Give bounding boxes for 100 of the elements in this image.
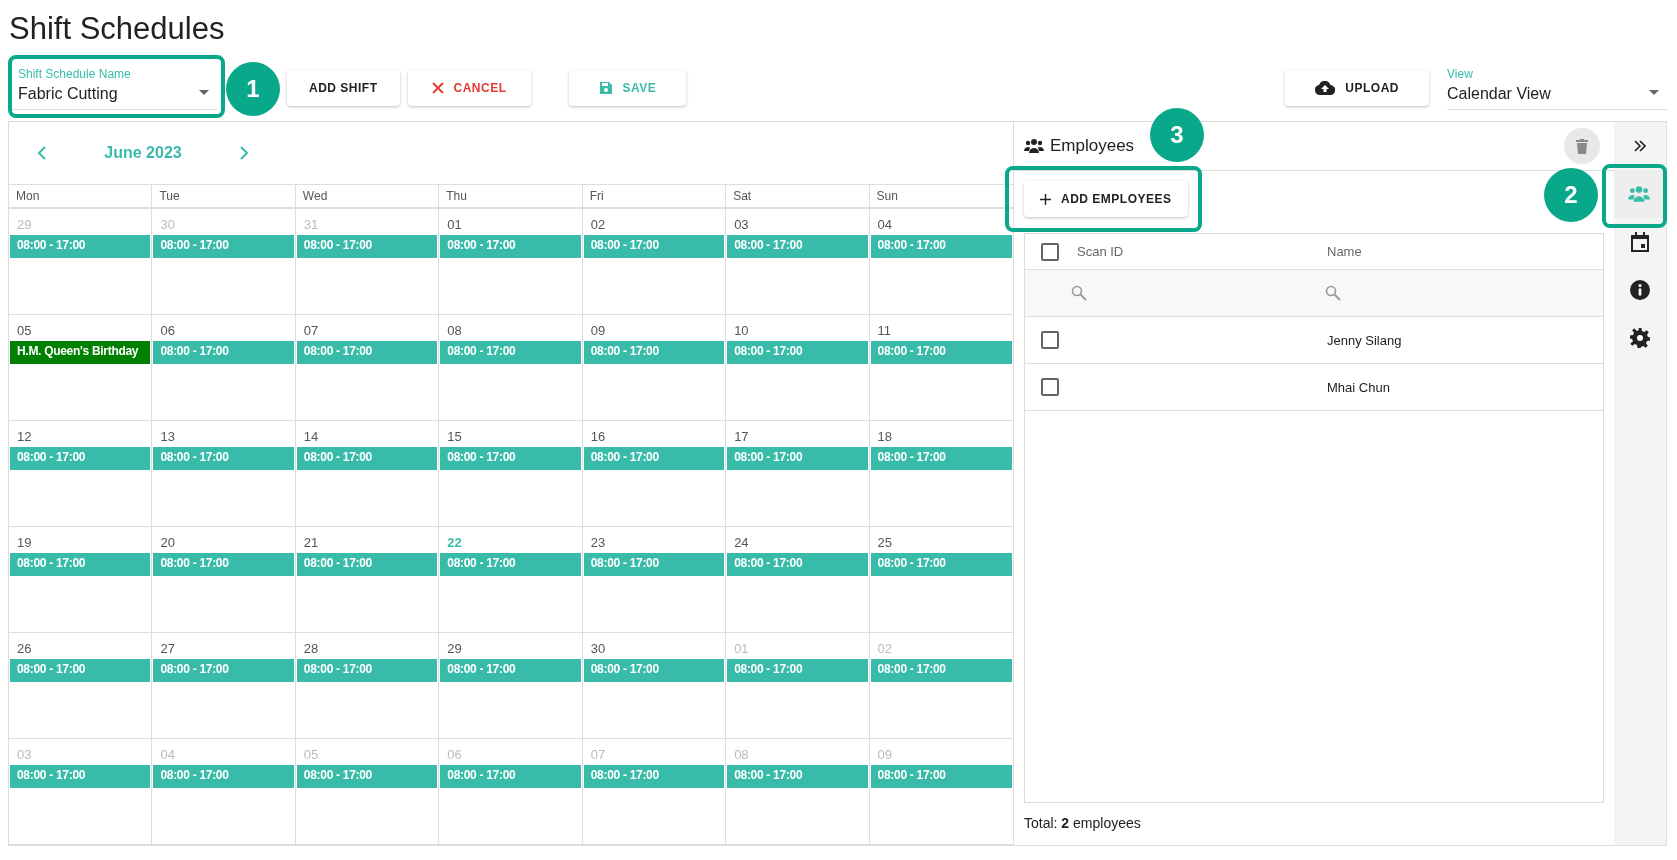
- shift-event[interactable]: 08:00 - 17:00: [296, 765, 438, 788]
- employee-name: Mhai Chun: [1327, 379, 1391, 395]
- shift-event[interactable]: 08:00 - 17:00: [870, 235, 1012, 258]
- shift-event[interactable]: 08:00 - 17:00: [440, 765, 581, 788]
- callout-number: 3: [1150, 108, 1204, 162]
- shift-event[interactable]: 08:00 - 17:00: [440, 659, 581, 682]
- shift-event[interactable]: 08:00 - 17:00: [296, 235, 438, 258]
- day-number: 30: [159, 217, 175, 232]
- shift-event[interactable]: 08:00 - 17:00: [870, 341, 1012, 364]
- day-number: 21: [302, 535, 319, 550]
- delete-button[interactable]: [1564, 128, 1600, 164]
- cloud-upload-icon: [1315, 81, 1336, 95]
- add-employees-button[interactable]: ADD EMPLOYEES: [1024, 181, 1188, 217]
- shift-event[interactable]: 08:00 - 17:00: [583, 235, 725, 258]
- day-number: 22: [446, 535, 462, 550]
- select-all-checkbox[interactable]: [1041, 242, 1059, 261]
- shift-event[interactable]: 08:00 - 17:00: [727, 659, 868, 682]
- previous-month-icon[interactable]: [37, 146, 47, 160]
- users-icon: [1024, 138, 1044, 154]
- highlight-frame: [1602, 164, 1667, 228]
- day-number: 13: [159, 429, 175, 444]
- panel-title: Employees: [1050, 136, 1135, 156]
- day-number: 04: [159, 747, 175, 762]
- shift-event[interactable]: 08:00 - 17:00: [727, 553, 868, 576]
- cancel-button[interactable]: CANCEL: [407, 70, 531, 106]
- shift-event[interactable]: 08:00 - 17:00: [153, 765, 294, 788]
- schedule-name-dropdown[interactable]: Shift Schedule Name Fabric Cutting: [10, 66, 217, 110]
- shift-event[interactable]: 08:00 - 17:00: [727, 765, 868, 788]
- view-dropdown[interactable]: View Calendar View: [1447, 66, 1667, 110]
- shift-event[interactable]: 08:00 - 17:00: [583, 659, 725, 682]
- day-number: 05: [16, 323, 32, 338]
- double-chevron-icon: [1634, 140, 1646, 152]
- employee-name: Jenny Silang: [1327, 332, 1403, 348]
- day-number: 29: [16, 217, 32, 232]
- day-number: 07: [589, 747, 606, 762]
- shift-event[interactable]: 08:00 - 17:00: [153, 447, 294, 470]
- row-checkbox[interactable]: [1041, 331, 1059, 349]
- day-number: 10: [733, 323, 749, 338]
- shift-event[interactable]: 08:00 - 17:00: [440, 553, 581, 576]
- shift-event[interactable]: 08:00 - 17:00: [440, 341, 581, 364]
- day-number: 02: [589, 217, 606, 232]
- day-number: 25: [876, 535, 893, 550]
- day-number: 04: [876, 217, 893, 232]
- holiday-event[interactable]: H.M. Queen's Birthday: [10, 341, 151, 364]
- row-checkbox[interactable]: [1041, 378, 1059, 396]
- next-month-icon[interactable]: [239, 146, 249, 160]
- shift-event[interactable]: 08:00 - 17:00: [870, 659, 1012, 682]
- shift-event[interactable]: 08:00 - 17:00: [153, 235, 294, 258]
- shift-event[interactable]: 08:00 - 17:00: [583, 447, 725, 470]
- day-number: 08: [446, 323, 462, 338]
- day-number: 20: [159, 535, 175, 550]
- day-number: 31: [302, 217, 319, 232]
- trash-icon: [1576, 138, 1588, 154]
- shift-event[interactable]: 08:00 - 17:00: [870, 553, 1012, 576]
- day-number: 09: [876, 747, 893, 762]
- add-shift-button[interactable]: ADD SHIFT: [287, 70, 400, 106]
- column-header: Scan ID: [1077, 244, 1125, 259]
- day-number: 05: [302, 747, 319, 762]
- upload-button[interactable]: UPLOAD: [1285, 70, 1429, 106]
- shift-event[interactable]: 08:00 - 17:00: [296, 659, 438, 682]
- plus-icon: [1040, 193, 1051, 205]
- day-number: 06: [446, 747, 462, 762]
- shift-event[interactable]: 08:00 - 17:00: [10, 659, 151, 682]
- day-number: 03: [16, 747, 32, 762]
- shift-event[interactable]: 08:00 - 17:00: [440, 235, 581, 258]
- weekday-label: Wed: [302, 189, 328, 203]
- search-icon[interactable]: [1325, 285, 1341, 301]
- day-number: 11: [876, 323, 892, 338]
- day-number: 14: [302, 429, 319, 444]
- weekday-label: Tue: [159, 189, 180, 203]
- shift-event[interactable]: 08:00 - 17:00: [727, 235, 868, 258]
- shift-event[interactable]: 08:00 - 17:00: [583, 765, 725, 788]
- shift-event[interactable]: 08:00 - 17:00: [153, 341, 294, 364]
- shift-event[interactable]: 08:00 - 17:00: [296, 447, 438, 470]
- shift-event[interactable]: 08:00 - 17:00: [296, 553, 438, 576]
- shift-event[interactable]: 08:00 - 17:00: [153, 659, 294, 682]
- shift-event[interactable]: 08:00 - 17:00: [10, 765, 151, 788]
- day-number: 07: [302, 323, 319, 338]
- weekday-label: Sun: [876, 189, 898, 203]
- shift-event[interactable]: 08:00 - 17:00: [727, 447, 868, 470]
- day-number: 15: [446, 429, 462, 444]
- shift-event[interactable]: 08:00 - 17:00: [583, 553, 725, 576]
- shift-event[interactable]: 08:00 - 17:00: [10, 553, 151, 576]
- weekday-label: Sat: [733, 189, 752, 203]
- shift-event[interactable]: 08:00 - 17:00: [583, 341, 725, 364]
- shift-event[interactable]: 08:00 - 17:00: [870, 447, 1012, 470]
- shift-event[interactable]: 08:00 - 17:00: [296, 341, 438, 364]
- shift-event[interactable]: 08:00 - 17:00: [10, 447, 151, 470]
- info-icon: [1630, 280, 1650, 300]
- day-number: 02: [876, 641, 893, 656]
- shift-event[interactable]: 08:00 - 17:00: [153, 553, 294, 576]
- weekday-label: Fri: [589, 189, 604, 203]
- shift-event[interactable]: 08:00 - 17:00: [10, 235, 151, 258]
- shift-event[interactable]: 08:00 - 17:00: [870, 765, 1012, 788]
- shift-event[interactable]: 08:00 - 17:00: [440, 447, 581, 470]
- day-number: 29: [446, 641, 462, 656]
- save-button[interactable]: SAVE: [568, 70, 687, 106]
- shift-event[interactable]: 08:00 - 17:00: [727, 341, 868, 364]
- search-icon[interactable]: [1071, 285, 1087, 301]
- day-number: 30: [589, 641, 606, 656]
